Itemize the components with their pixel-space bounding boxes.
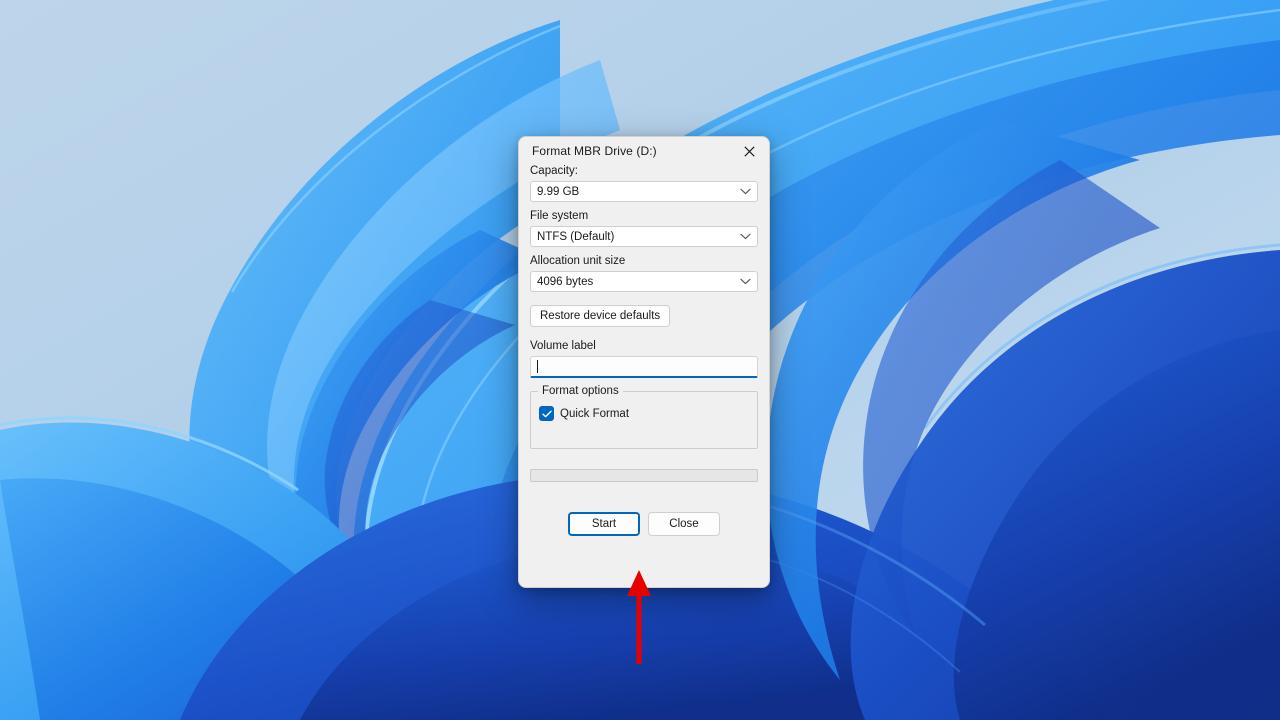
quick-format-checkbox[interactable] xyxy=(539,406,554,421)
format-options-legend: Format options xyxy=(538,385,623,397)
capacity-select[interactable]: 9.99 GB xyxy=(530,181,758,202)
close-dialog-button[interactable]: Close xyxy=(648,512,720,536)
close-icon xyxy=(744,146,755,157)
quick-format-label: Quick Format xyxy=(560,408,629,420)
capacity-value: 9.99 GB xyxy=(537,186,579,198)
capacity-label: Capacity: xyxy=(530,165,758,177)
format-progress-bar xyxy=(530,469,758,482)
dialog-footer: Start Close xyxy=(530,512,758,536)
allocation-unit-size-value: 4096 bytes xyxy=(537,276,593,288)
dialog-body: Capacity: 9.99 GB File system NTFS (Defa… xyxy=(519,165,769,536)
checkmark-icon xyxy=(542,405,552,423)
restore-device-defaults-button[interactable]: Restore device defaults xyxy=(530,305,670,327)
allocation-unit-size-select[interactable]: 4096 bytes xyxy=(530,271,758,292)
start-button[interactable]: Start xyxy=(568,512,640,536)
volume-label-input[interactable] xyxy=(530,356,758,378)
chevron-down-icon xyxy=(740,276,751,288)
file-system-select[interactable]: NTFS (Default) xyxy=(530,226,758,247)
format-dialog: Format MBR Drive (D:) Capacity: 9.99 GB xyxy=(518,136,770,588)
dialog-title: Format MBR Drive (D:) xyxy=(532,144,657,158)
file-system-label: File system xyxy=(530,210,758,222)
volume-label-label: Volume label xyxy=(530,340,758,352)
quick-format-row[interactable]: Quick Format xyxy=(539,406,629,421)
file-system-value: NTFS (Default) xyxy=(537,231,614,243)
chevron-down-icon xyxy=(740,231,751,243)
allocation-unit-size-label: Allocation unit size xyxy=(530,255,758,267)
dialog-titlebar: Format MBR Drive (D:) xyxy=(519,137,769,165)
close-button[interactable] xyxy=(729,137,769,165)
chevron-down-icon xyxy=(740,186,751,198)
text-caret xyxy=(537,360,538,373)
format-options-group: Format options Quick Format xyxy=(530,391,758,449)
desktop: Format MBR Drive (D:) Capacity: 9.99 GB xyxy=(0,0,1280,720)
